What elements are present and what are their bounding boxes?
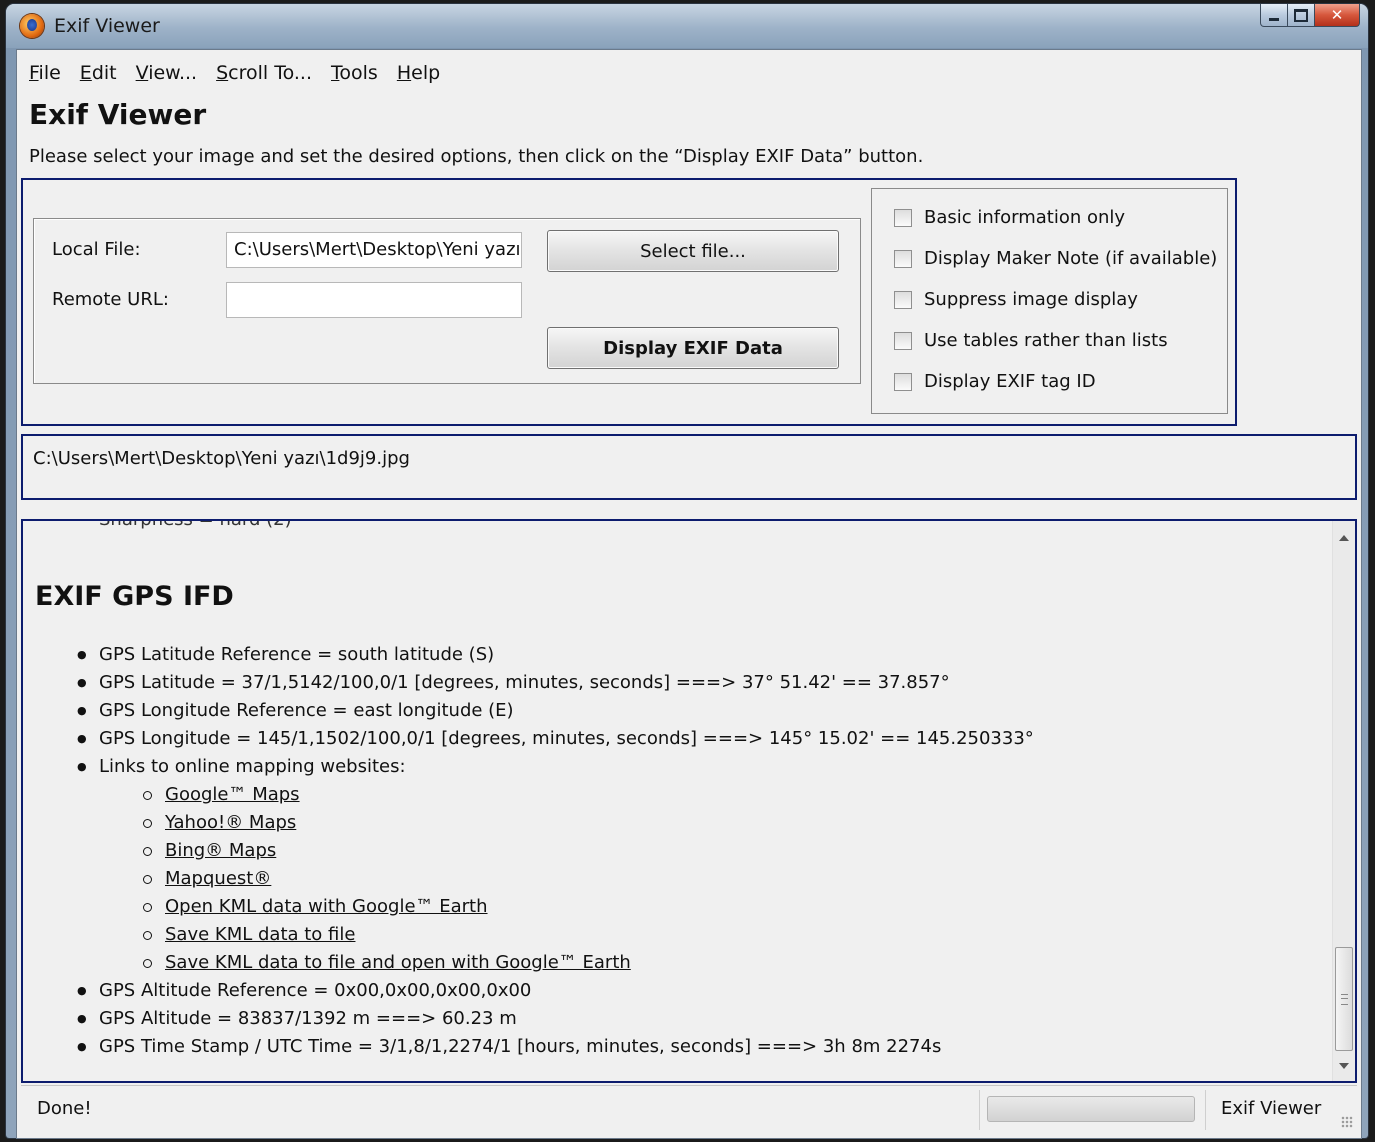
display-exif-data-button[interactable]: Display EXIF Data	[547, 327, 839, 369]
menu-view[interactable]: View...	[136, 62, 197, 84]
grip-icon	[1341, 994, 1348, 1005]
client-area: File Edit View... Scroll To... Tools Hel…	[16, 49, 1362, 1139]
link-text[interactable]: Bing® Maps	[165, 840, 276, 861]
list-item: GPS Altitude = 83837/1392 m ===> 60.23 m	[77, 1005, 1034, 1033]
window-title: Exif Viewer	[54, 15, 160, 37]
status-divider	[979, 1090, 980, 1130]
maximize-button[interactable]	[1288, 4, 1315, 27]
list-item: GPS Latitude = 37/1,5142/100,0/1 [degree…	[77, 669, 1034, 697]
option-label: Basic information only	[924, 207, 1126, 228]
status-text: Done!	[37, 1098, 92, 1119]
resize-grip-icon[interactable]	[1341, 1116, 1353, 1128]
link-text[interactable]: Save KML data to file	[165, 924, 355, 945]
link-google-maps[interactable]: Google™ Maps	[143, 781, 1034, 809]
application-window: Exif Viewer ✕ File Edit View... Scroll T…	[6, 4, 1368, 1139]
maximize-icon	[1294, 8, 1308, 22]
window-controls: ✕	[1260, 4, 1360, 28]
menu-file[interactable]: File	[29, 62, 61, 84]
section-title: EXIF GPS IFD	[35, 581, 234, 612]
local-file-label: Local File:	[52, 239, 141, 260]
remote-url-label: Remote URL:	[52, 289, 169, 310]
menu-tools[interactable]: Tools	[331, 62, 378, 84]
link-save-open-kml[interactable]: Save KML data to file and open with Goog…	[143, 949, 1034, 977]
list-item: GPS Latitude Reference = south latitude …	[77, 641, 1034, 669]
firefox-app-icon	[20, 14, 44, 38]
file-input-group: Local File: C:\Users\Mert\Desktop\Yeni y…	[33, 218, 861, 384]
gps-list: GPS Latitude Reference = south latitude …	[77, 641, 1034, 1061]
select-file-button[interactable]: Select file...	[547, 230, 839, 272]
link-text[interactable]: Google™ Maps	[165, 784, 300, 805]
link-bing-maps[interactable]: Bing® Maps	[143, 837, 1034, 865]
status-divider	[1205, 1090, 1206, 1130]
list-item: GPS Altitude Reference = 0x00,0x00,0x00,…	[77, 977, 1034, 1005]
menu-help[interactable]: Help	[397, 62, 440, 84]
status-bar: Done! Exif Viewer	[21, 1085, 1357, 1134]
option-label: Display EXIF tag ID	[924, 371, 1096, 392]
link-save-kml[interactable]: Save KML data to file	[143, 921, 1034, 949]
link-text[interactable]: Yahoo!® Maps	[165, 812, 296, 833]
title-bar[interactable]: Exif Viewer ✕	[6, 4, 1368, 48]
option-label: Use tables rather than lists	[924, 330, 1168, 351]
menu-edit[interactable]: Edit	[80, 62, 117, 84]
remote-url-field[interactable]	[226, 282, 522, 318]
scroll-thumb[interactable]	[1335, 947, 1353, 1051]
menu-scroll-to[interactable]: Scroll To...	[216, 62, 312, 84]
link-yahoo-maps[interactable]: Yahoo!® Maps	[143, 809, 1034, 837]
option-use-tables[interactable]: Use tables rather than lists	[894, 330, 1168, 351]
tag-id-checkbox[interactable]	[894, 372, 912, 391]
link-open-kml[interactable]: Open KML data with Google™ Earth	[143, 893, 1034, 921]
progress-bar	[987, 1096, 1195, 1122]
exif-content-frame[interactable]: Sharpness = hard (2) EXIF GPS IFD GPS La…	[21, 519, 1357, 1083]
option-tag-id[interactable]: Display EXIF tag ID	[894, 371, 1096, 392]
minimize-button[interactable]	[1260, 4, 1288, 27]
use-tables-checkbox[interactable]	[894, 331, 912, 350]
vertical-scrollbar[interactable]	[1332, 521, 1355, 1081]
options-frame: Local File: C:\Users\Mert\Desktop\Yeni y…	[21, 178, 1237, 426]
file-path: C:\Users\Mert\Desktop\Yeni yazı\1d9j9.jp…	[33, 448, 410, 469]
link-mapquest[interactable]: Mapquest®	[143, 865, 1034, 893]
scroll-up-arrow-icon[interactable]	[1339, 535, 1349, 541]
suppress-image-checkbox[interactable]	[894, 290, 912, 309]
option-label: Suppress image display	[924, 289, 1138, 310]
status-app-name: Exif Viewer	[1221, 1098, 1322, 1119]
local-file-field[interactable]: C:\Users\Mert\Desktop\Yeni yazı	[226, 232, 522, 268]
close-button[interactable]: ✕	[1315, 4, 1360, 27]
list-item: GPS Time Stamp / UTC Time = 3/1,8/1,2274…	[77, 1033, 1034, 1061]
link-text[interactable]: Mapquest®	[165, 868, 271, 889]
list-item: Links to online mapping websites:	[77, 753, 1034, 781]
maker-note-checkbox[interactable]	[894, 249, 912, 268]
option-maker-note[interactable]: Display Maker Note (if available)	[894, 248, 1217, 269]
option-suppress-image[interactable]: Suppress image display	[894, 289, 1138, 310]
list-item: GPS Longitude Reference = east longitude…	[77, 697, 1034, 725]
list-item: Sharpness = hard (2)	[77, 521, 292, 530]
link-text[interactable]: Open KML data with Google™ Earth	[165, 896, 488, 917]
link-text[interactable]: Save KML data to file and open with Goog…	[165, 952, 631, 973]
options-checkbox-group: Basic information only Display Maker Not…	[871, 188, 1228, 414]
close-icon: ✕	[1330, 6, 1344, 24]
option-label: Display Maker Note (if available)	[924, 248, 1218, 269]
basic-info-checkbox[interactable]	[894, 208, 912, 227]
intro-text: Please select your image and set the des…	[29, 146, 924, 167]
file-path-frame: C:\Users\Mert\Desktop\Yeni yazı\1d9j9.jp…	[21, 434, 1357, 500]
menu-bar: File Edit View... Scroll To... Tools Hel…	[29, 62, 440, 84]
page-heading: Exif Viewer	[29, 98, 207, 131]
minimize-icon	[1269, 17, 1279, 21]
list-item: GPS Longitude = 145/1,1502/100,0/1 [degr…	[77, 725, 1034, 753]
scroll-down-arrow-icon[interactable]	[1339, 1063, 1349, 1069]
option-basic-info[interactable]: Basic information only	[894, 207, 1125, 228]
